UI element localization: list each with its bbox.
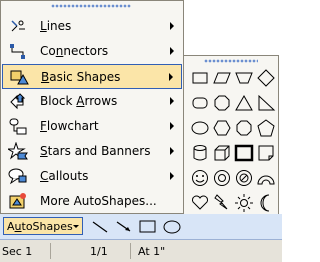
line-tool-button[interactable] [90, 218, 110, 236]
block-arc-shape-icon[interactable] [256, 168, 276, 188]
menu-item-stars-and-banners[interactable]: Stars and Banners [2, 139, 182, 164]
pentagon-shape-icon[interactable] [256, 118, 276, 138]
smiley-face-shape-icon[interactable] [190, 168, 210, 188]
no-symbol-shape-icon[interactable] [234, 168, 254, 188]
basic-shapes-palette [183, 55, 279, 240]
submenu-arrow-icon [170, 97, 174, 105]
folded-corner-shape-icon[interactable] [256, 143, 276, 163]
chevron-down-icon [73, 225, 79, 228]
octagon-small-shape-icon[interactable] [234, 118, 254, 138]
menu-item-label: More AutoShapes... [40, 194, 157, 208]
lines-icon [8, 17, 28, 36]
diamond-shape-icon[interactable] [256, 68, 276, 88]
menu-item-label: Basic Shapes [41, 70, 121, 84]
submenu-arrow-icon [170, 122, 174, 130]
autoshapes-button[interactable]: AutoShapes [3, 217, 83, 235]
can-shape-icon[interactable] [190, 143, 210, 163]
callouts-icon [8, 167, 28, 186]
menu-item-label: Stars and Banners [40, 144, 151, 158]
menu-item-label: Flowchart [40, 119, 99, 133]
menu-item-basic-shapes[interactable]: Basic Shapes [2, 64, 182, 89]
rectangle-shape-icon[interactable] [190, 68, 210, 88]
donut-shape-icon[interactable] [212, 168, 232, 188]
status-section: Sec 1 [2, 245, 33, 258]
menu-item-flowchart[interactable]: Flowchart [2, 114, 182, 139]
heart-shape-icon[interactable] [190, 193, 210, 213]
submenu-arrow-icon [169, 73, 173, 81]
right-triangle-shape-icon[interactable] [256, 93, 276, 113]
octagon-shape-icon[interactable] [212, 93, 232, 113]
parallelogram-shape-icon[interactable] [212, 68, 232, 88]
submenu-arrow-icon [170, 147, 174, 155]
menu-item-connectors[interactable]: Connectors [2, 39, 182, 64]
menu-item-more-autoshapes[interactable]: More AutoShapes... [2, 189, 182, 214]
autoshapes-menu: Lines Connectors Basic Shapes Block Arro… [0, 0, 184, 214]
menu-item-block-arrows[interactable]: Block Arrows [2, 89, 182, 114]
oval-tool-button[interactable] [162, 218, 182, 236]
menu-item-label: Block Arrows [40, 94, 118, 108]
more-autoshapes-icon [8, 192, 28, 211]
cube-shape-icon[interactable] [212, 143, 232, 163]
status-page-count: 1/1 [90, 245, 108, 258]
connectors-icon [8, 42, 28, 61]
menu-item-callouts[interactable]: Callouts [2, 164, 182, 189]
palette-drag-grip[interactable] [204, 59, 258, 63]
stars-icon [8, 142, 28, 161]
block-arrows-icon [8, 92, 28, 111]
status-position: At 1" [138, 245, 166, 258]
rectangle-tool-button[interactable] [138, 218, 158, 236]
menu-item-lines[interactable]: Lines [2, 14, 182, 39]
rounded-rectangle-shape-icon[interactable] [190, 93, 210, 113]
menu-item-label: Connectors [40, 44, 109, 58]
menu-drag-grip[interactable] [51, 4, 131, 8]
trapezoid-shape-icon[interactable] [234, 68, 254, 88]
submenu-arrow-icon [170, 22, 174, 30]
triangle-shape-icon[interactable] [234, 93, 254, 113]
status-divider [50, 243, 51, 259]
basic-shapes-icon [9, 68, 29, 87]
frame-shape-icon[interactable] [234, 143, 254, 163]
submenu-arrow-icon [170, 172, 174, 180]
arrow-tool-button[interactable] [114, 218, 134, 236]
sun-shape-icon[interactable] [234, 193, 254, 213]
submenu-arrow-icon [170, 47, 174, 55]
flowchart-icon [8, 117, 28, 136]
menu-item-label: Callouts [40, 169, 89, 183]
menu-item-label: Lines [40, 19, 72, 33]
lightning-bolt-shape-icon[interactable] [212, 193, 232, 213]
moon-shape-icon[interactable] [256, 193, 276, 213]
status-bar: Sec 1 1/1 At 1" [0, 240, 282, 262]
drawing-toolbar: AutoShapes [0, 214, 282, 240]
oval-shape-icon[interactable] [190, 118, 210, 138]
status-divider [130, 243, 131, 259]
hexagon-shape-icon[interactable] [212, 118, 232, 138]
autoshapes-label: AutoShapes [7, 220, 73, 233]
